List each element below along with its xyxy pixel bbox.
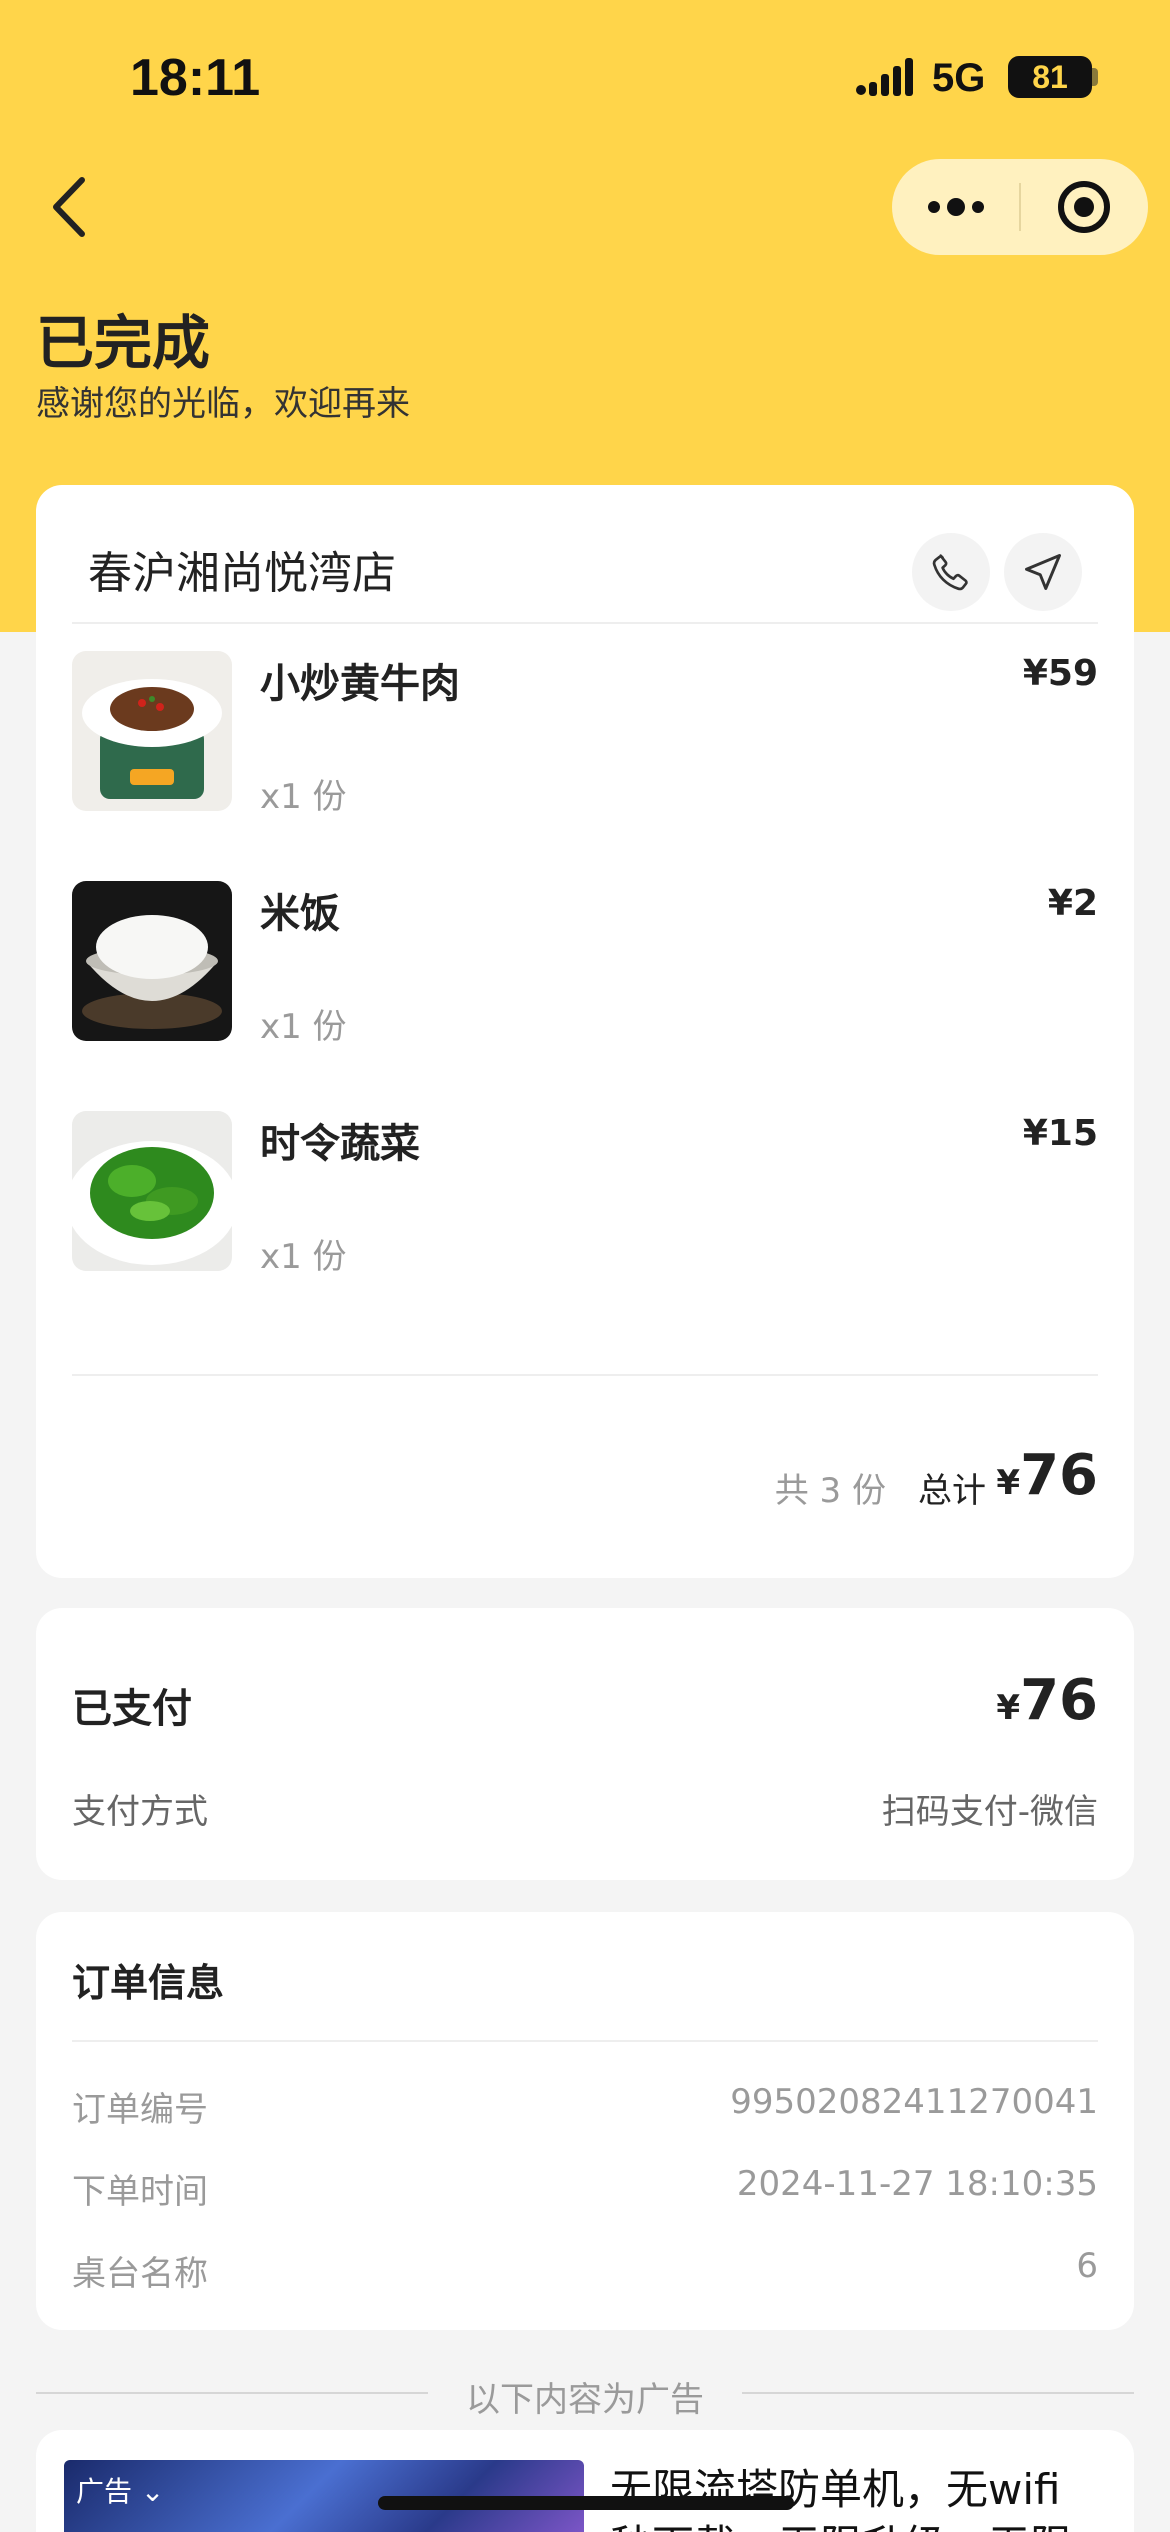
order-info-card: 订单信息 订单编号 99502082411270041 下单时间 2024-11… [36,1912,1134,2330]
home-indicator [378,2496,794,2510]
dish-quantity: x1 份 [260,1237,347,1277]
capsule-divider [1019,183,1021,231]
battery-icon: 81 [1008,56,1092,98]
divider [72,622,1098,624]
ad-title-line2[interactable]: 秒下载，无限升级，无限 [610,2512,1072,2532]
table-name-value: 6 [1076,2246,1098,2286]
order-number-value: 99502082411270041 [730,2082,1098,2122]
payment-card: 已支付 ¥76 支付方式 扫码支付-微信 [36,1608,1134,1880]
payment-method-value: 扫码支付-微信 [881,1792,1098,1832]
dish-price: ¥59 [1022,653,1098,694]
paid-label: 已支付 [72,1686,192,1732]
battery-cap [1092,68,1098,86]
order-time-label: 下单时间 [72,2172,208,2212]
more-dots-icon [928,198,984,216]
paid-value: 76 [1020,1668,1098,1733]
ad-separator: 以下内容为广告 [36,2368,1134,2420]
order-number-label: 订单编号 [72,2090,208,2130]
target-close-icon [1058,181,1110,233]
currency-symbol: ¥ [996,1688,1021,1728]
total-amount: ¥76 [996,1443,1098,1508]
dish-image-vegetables [72,1111,232,1271]
order-items-card: 春沪湘尚悦湾店 小炒黄牛肉 x1 份 ¥59 米饭 x1 份 ¥2 时令蔬菜 x… [36,485,1134,1578]
call-store-button[interactable] [912,533,990,611]
ad-card[interactable]: 广告 ⌄ 无限流塔防单机，无wifi 秒下载，无限升级，无限 [36,2430,1134,2532]
battery-level: 81 [1032,58,1068,95]
miniprogram-capsule [892,159,1148,255]
chevron-down-icon: ⌄ [140,2475,165,2508]
list-item: 小炒黄牛肉 x1 份 ¥59 [72,651,1098,821]
total-value: 76 [1020,1443,1098,1508]
table-name-label: 桌台名称 [72,2254,208,2294]
network-label: 5G [932,56,986,100]
more-button[interactable] [892,159,1020,255]
navigate-button[interactable] [1004,533,1082,611]
phone-icon [932,554,968,591]
order-status-subtitle: 感谢您的光临，欢迎再来 [36,384,410,424]
store-name: 春沪湘尚悦湾店 [88,548,396,599]
dish-image-beef [72,651,232,811]
order-status-title: 已完成 [36,309,211,377]
paid-amount: ¥76 [996,1668,1098,1733]
item-count: 共 3 份 [774,1471,886,1511]
ad-separator-text: 以下内容为广告 [466,2380,704,2420]
payment-method-label: 支付方式 [72,1792,208,1832]
list-item: 米饭 x1 份 ¥2 [72,881,1098,1051]
navigation-arrow-icon [1025,554,1061,590]
dish-image-rice [72,881,232,1041]
status-time: 18:11 [130,49,261,107]
order-info-title: 订单信息 [72,1961,225,2005]
dish-name: 时令蔬菜 [260,1121,420,1167]
dish-name: 米饭 [260,891,340,937]
dish-quantity: x1 份 [260,1007,347,1047]
status-bar: 18:11 5G 81 [0,0,1170,150]
dish-quantity: x1 份 [260,777,347,817]
order-time-value: 2024-11-27 18:10:35 [736,2164,1098,2204]
signal-icon [856,58,913,96]
dish-name: 小炒黄牛肉 [260,661,460,707]
divider [72,2040,1098,2042]
ad-badge-label: 广告 [76,2475,133,2508]
back-arrow-icon[interactable] [44,170,100,244]
currency-symbol: ¥ [996,1463,1021,1503]
dish-price: ¥15 [1022,1113,1098,1154]
list-item: 时令蔬菜 x1 份 ¥15 [72,1111,1098,1281]
total-label: 总计 [918,1471,986,1511]
divider [72,1374,1098,1376]
ad-badge[interactable]: 广告 ⌄ [76,2470,164,2510]
dish-price: ¥2 [1047,883,1098,924]
close-miniprogram-button[interactable] [1020,159,1148,255]
